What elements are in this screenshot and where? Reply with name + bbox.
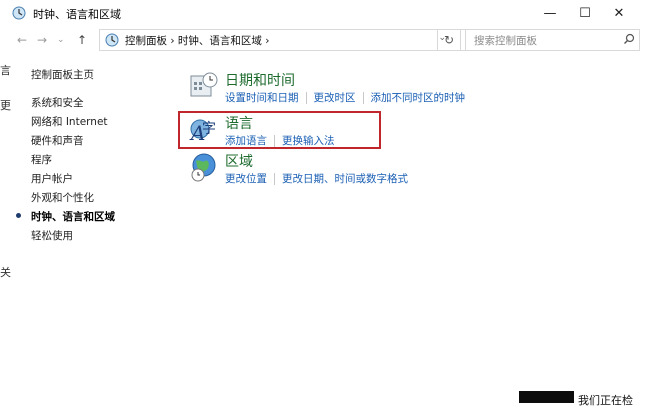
address-bar[interactable]: 控制面板 › 时钟、语言和区域 › ⌄ [99, 29, 471, 51]
minimize-button[interactable]: — [533, 2, 567, 24]
background-text-fragment: 更 [0, 99, 11, 112]
change-location-link[interactable]: 更改位置 [225, 173, 267, 185]
calendar-clock-icon [190, 72, 218, 97]
control-panel-icon [12, 6, 26, 20]
sidebar-item-user-accounts[interactable]: 用户帐户 [31, 171, 73, 186]
globe-clock-icon [191, 153, 216, 182]
active-indicator [16, 213, 21, 218]
refresh-button[interactable]: ↻ [437, 29, 461, 51]
taskbar-block [519, 391, 574, 403]
sidebar-item-home[interactable]: 控制面板主页 [31, 67, 94, 82]
change-timezone-link[interactable]: 更改时区 [314, 92, 356, 104]
notification-text: 我们正在检 [578, 394, 633, 407]
date-time-links: 设置时间和日期 更改时区 添加不同时区的时钟 [225, 90, 465, 105]
date-time-title[interactable]: 日期和时间 [225, 70, 295, 90]
navigation-bar: ← → ⌄ ↑ 控制面板 › 时钟、语言和区域 › ⌄ ↻ 搜索控制面板 [9, 27, 650, 53]
window-title: 时钟、语言和区域 [33, 8, 121, 21]
add-clocks-link[interactable]: 添加不同时区的时钟 [371, 92, 466, 104]
up-arrow-icon[interactable]: ↑ [77, 33, 87, 47]
sidebar-item-network[interactable]: 网络和 Internet [31, 114, 108, 129]
region-title[interactable]: 区域 [225, 151, 253, 171]
background-window-strip: 言 更 关 [0, 0, 11, 403]
region-links: 更改位置 更改日期、时间或数字格式 [225, 171, 408, 186]
link-separator [362, 92, 364, 104]
sidebar-item-system-security[interactable]: 系统和安全 [31, 95, 84, 110]
title-bar: 时钟、语言和区域 — ☐ ✕ [9, 0, 650, 26]
sidebar-item-programs[interactable]: 程序 [31, 152, 52, 167]
search-input[interactable]: 搜索控制面板 [474, 33, 537, 48]
back-arrow-icon[interactable]: ← [17, 33, 27, 47]
set-time-date-link[interactable]: 设置时间和日期 [225, 92, 299, 104]
link-separator [305, 92, 307, 104]
background-text-fragment: 关 [0, 266, 11, 279]
link-separator [274, 173, 275, 185]
search-icon[interactable] [623, 33, 635, 45]
search-box[interactable]: 搜索控制面板 [465, 29, 640, 51]
sidebar-item-clock-language-region[interactable]: 时钟、语言和区域 [31, 209, 115, 224]
sidebar-item-appearance[interactable]: 外观和个性化 [31, 190, 94, 205]
maximize-button[interactable]: ☐ [568, 2, 602, 24]
close-button[interactable]: ✕ [602, 2, 636, 24]
breadcrumb[interactable]: 控制面板 › 时钟、语言和区域 › [125, 33, 269, 48]
sidebar-item-hardware-sound[interactable]: 硬件和声音 [31, 133, 84, 148]
recent-dropdown-icon[interactable]: ⌄ [57, 35, 65, 45]
forward-arrow-icon[interactable]: → [37, 33, 47, 47]
background-text-fragment: 言 [0, 64, 11, 77]
language-highlight-box [178, 111, 381, 149]
sidebar-item-ease-of-access[interactable]: 轻松使用 [31, 228, 73, 243]
control-panel-icon [105, 33, 119, 47]
change-format-link[interactable]: 更改日期、时间或数字格式 [282, 173, 408, 185]
